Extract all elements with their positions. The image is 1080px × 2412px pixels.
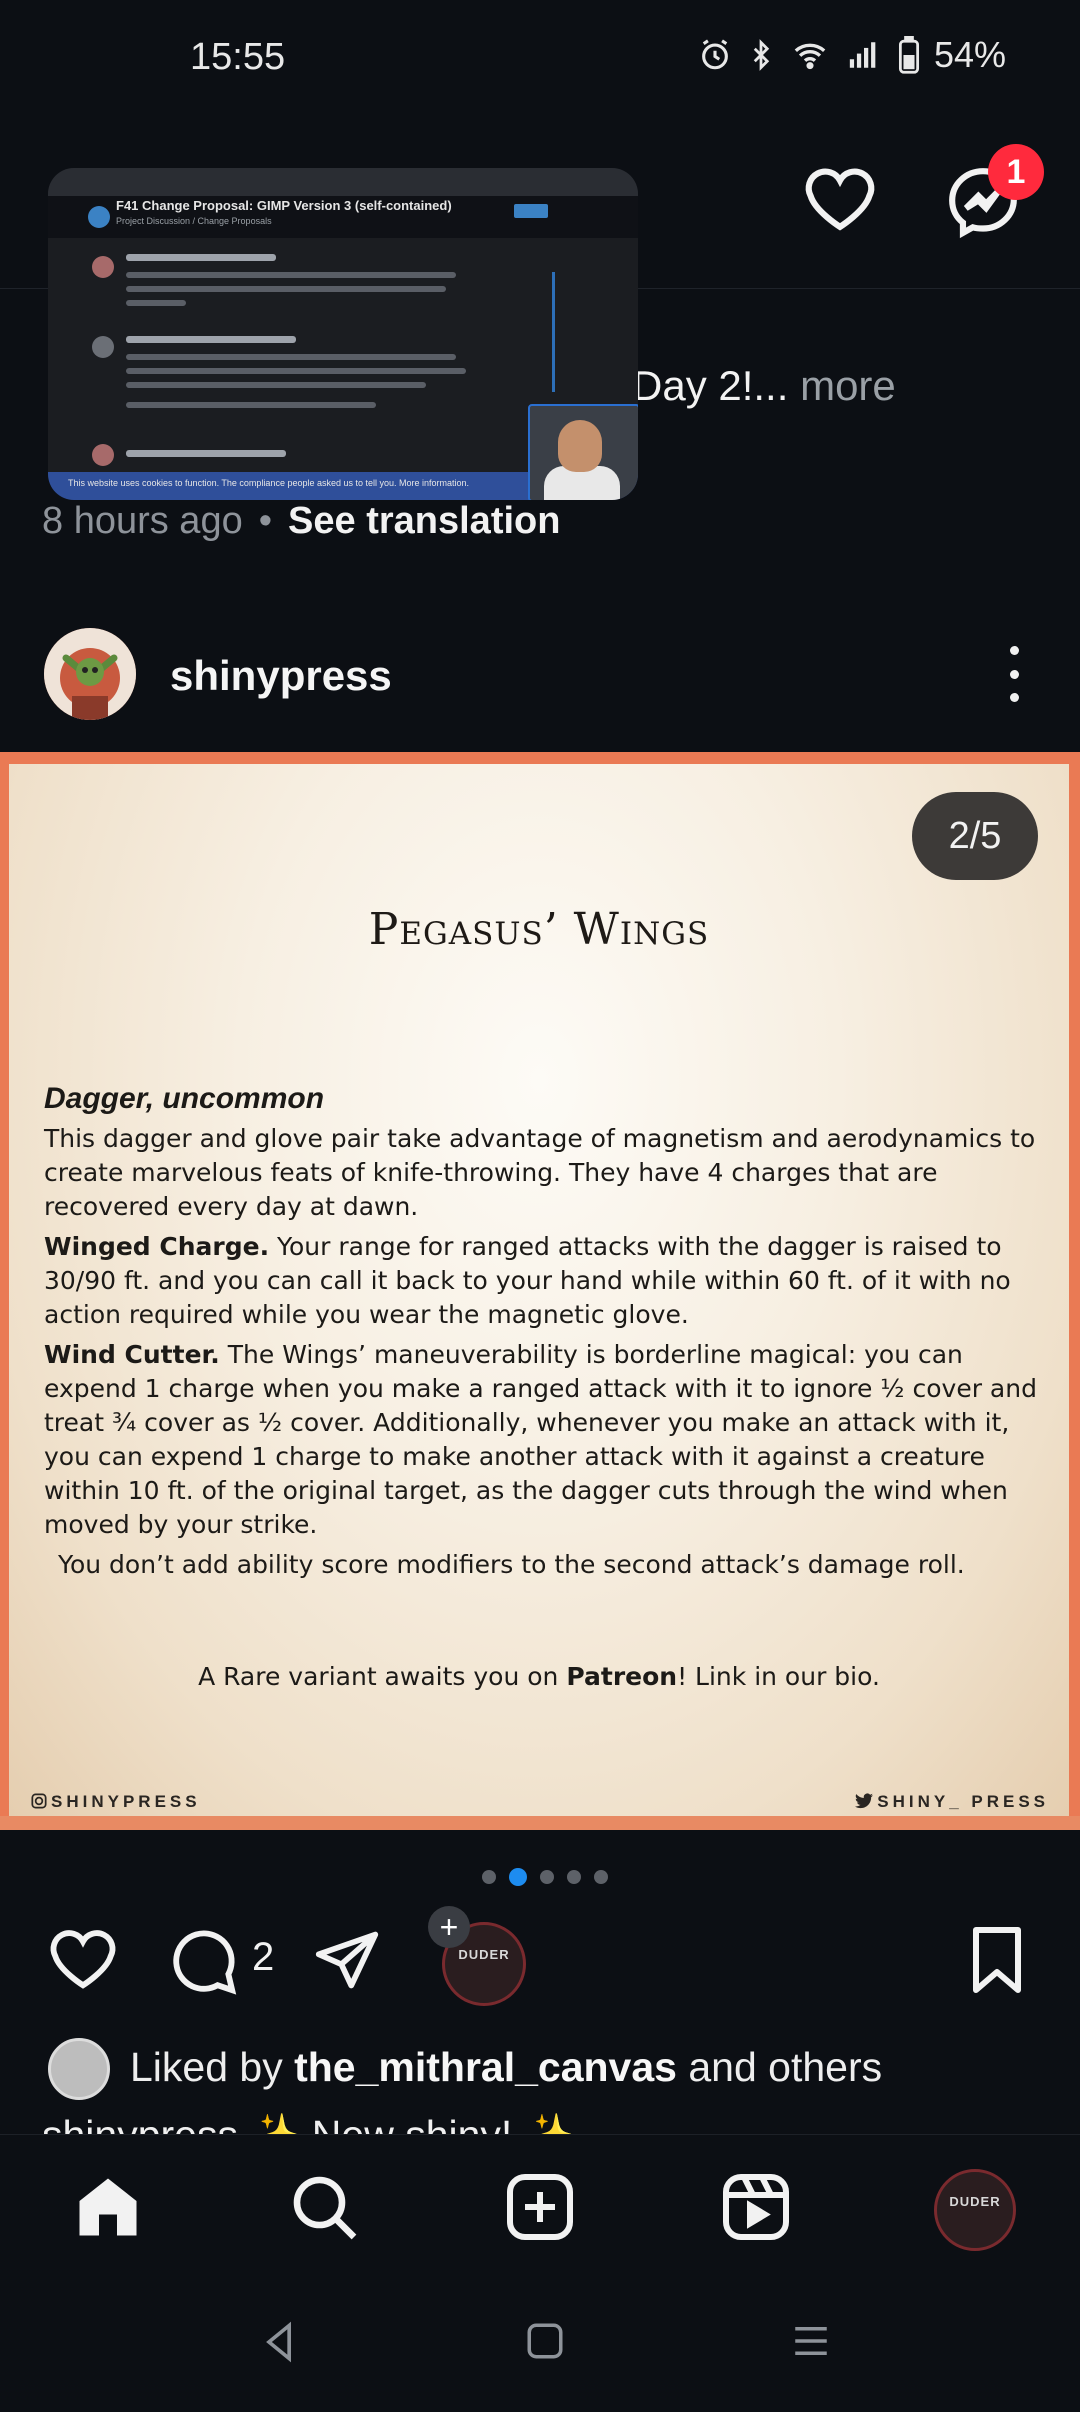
carousel-dot (567, 1870, 581, 1884)
time-ago: 8 hours ago (42, 500, 243, 542)
signal-icon (849, 42, 876, 68)
pip-login-button (514, 204, 548, 218)
cta-suffix: ! Link in our bio. (677, 1662, 880, 1691)
pip-browser-tabs (48, 168, 638, 196)
dragon-avatar-icon (44, 628, 136, 720)
card-cta: A Rare variant awaits you on Patreon! Li… (9, 1662, 1069, 1691)
previous-caption-text: Day 2!... (632, 362, 789, 409)
carousel-dot (594, 1870, 608, 1884)
pip-site-logo (88, 206, 110, 228)
instagram-icon (31, 1793, 47, 1809)
previous-caption: Day 2!... more (632, 362, 896, 410)
pip-user-avatar (92, 256, 114, 278)
carousel-dots (482, 1868, 608, 1886)
notifications-heart-icon[interactable] (802, 165, 878, 233)
profile-logo-text: DUDER (949, 2194, 1001, 2209)
instagram-handle-text: SHINYPRESS (51, 1792, 201, 1811)
card-feature-2: Wind Cutter. The Wings’ maneuverability … (44, 1338, 1039, 1542)
more-link[interactable]: more (800, 362, 896, 409)
carousel-dot (540, 1870, 554, 1884)
comment-icon[interactable] (168, 1926, 238, 1996)
pip-user-avatar (92, 444, 114, 466)
pip-subtitle: Project Discussion / Change Proposals (116, 216, 272, 226)
feature-2-text: The Wings’ maneuverability is borderline… (44, 1340, 1037, 1539)
status-icons: 54% (698, 34, 1006, 76)
bottom-nav: DUDER (0, 2134, 1080, 2285)
status-time: 15:55 (190, 36, 286, 78)
card-type-line: Dagger, uncommon (44, 1082, 325, 1115)
pip-username (126, 254, 276, 261)
reels-icon[interactable] (720, 2171, 792, 2243)
meta-separator: • (258, 500, 273, 542)
pip-video-window[interactable]: F41 Change Proposal: GIMP Version 3 (sel… (48, 168, 638, 500)
add-collab-button[interactable]: + (428, 1906, 470, 1948)
liked-by-suffix: and others (676, 2044, 883, 2090)
wifi-icon (794, 43, 826, 70)
feature-2-name: Wind Cutter. (44, 1340, 220, 1369)
system-nav (0, 2284, 1080, 2412)
pip-text-line (126, 402, 376, 408)
carousel-counter: 2/5 (912, 792, 1038, 880)
pip-webcam (528, 404, 638, 500)
recents-icon[interactable] (790, 2320, 832, 2362)
card-feature-1: Winged Charge. Your range for ranged att… (44, 1230, 1039, 1332)
mini-logo-text: DUDER (458, 1947, 510, 1962)
liked-by-avatar[interactable] (48, 2038, 110, 2100)
profile-avatar[interactable]: DUDER (934, 2169, 1016, 2251)
previous-post-meta: 8 hours ago • See translation (42, 500, 560, 543)
instagram-handle: SHINYPRESS (31, 1792, 201, 1812)
pip-timeline (552, 272, 555, 392)
pip-text-line (126, 354, 456, 360)
bluetooth-icon (753, 39, 770, 71)
twitter-handle-text: SHINY_ PRESS (877, 1792, 1049, 1811)
pip-text-line (126, 382, 426, 388)
back-icon[interactable] (258, 2320, 302, 2364)
carousel-dot (482, 1870, 496, 1884)
card-intro: This dagger and glove pair take advantag… (44, 1124, 1036, 1221)
post-options-icon[interactable] (996, 646, 1032, 702)
pip-username (126, 336, 296, 343)
liked-by-text[interactable]: Liked by the_mithral_canvas and others (130, 2044, 882, 2091)
card-title: Pegasus’ Wings (368, 904, 710, 955)
pip-cookie-text: This website uses cookies to function. T… (68, 478, 470, 488)
post-image[interactable]: Pegasus’ Wings Dagger, uncommon This dag… (0, 752, 1080, 1830)
pip-text-line (126, 368, 466, 374)
liked-by-username[interactable]: the_mithral_canvas (294, 2044, 677, 2090)
pip-title: F41 Change Proposal: GIMP Version 3 (sel… (116, 198, 452, 213)
battery-icon (898, 36, 919, 74)
pip-username (126, 450, 286, 457)
cta-prefix: A Rare variant awaits you on (198, 1662, 567, 1691)
post-username[interactable]: shinypress (170, 652, 392, 700)
battery-percent: 54% (933, 34, 1006, 75)
cta-patreon: Patreon (566, 1662, 678, 1691)
home-button-icon[interactable] (524, 2320, 566, 2362)
carousel-dot-active (509, 1868, 527, 1886)
twitter-icon (855, 1793, 874, 1809)
pip-text-line (126, 286, 446, 292)
pip-user-avatar (92, 336, 114, 358)
comment-count[interactable]: 2 (252, 1935, 274, 1980)
home-icon[interactable] (72, 2171, 144, 2243)
save-bookmark-icon[interactable] (968, 1924, 1026, 1996)
alarm-icon (702, 39, 728, 70)
liked-by-prefix: Liked by (130, 2044, 295, 2090)
share-icon[interactable] (312, 1926, 382, 1994)
card-note: You don’t add ability score modifiers to… (58, 1550, 965, 1579)
post-author-avatar[interactable] (44, 628, 136, 720)
search-icon[interactable] (288, 2171, 360, 2243)
create-icon[interactable] (504, 2171, 576, 2243)
like-icon[interactable] (48, 1926, 118, 1992)
twitter-handle: SHINY_ PRESS (855, 1792, 1049, 1812)
item-card: Pegasus’ Wings Dagger, uncommon This dag… (9, 764, 1069, 1816)
pip-webcam-face (558, 420, 602, 472)
pip-text-line (126, 300, 186, 306)
feature-1-name: Winged Charge. (44, 1232, 270, 1261)
see-translation-link[interactable]: See translation (288, 500, 560, 542)
message-badge: 1 (988, 144, 1044, 200)
card-body: This dagger and glove pair take advantag… (44, 1122, 1039, 1588)
pip-text-line (126, 272, 456, 278)
post-image-border (0, 1816, 1080, 1830)
